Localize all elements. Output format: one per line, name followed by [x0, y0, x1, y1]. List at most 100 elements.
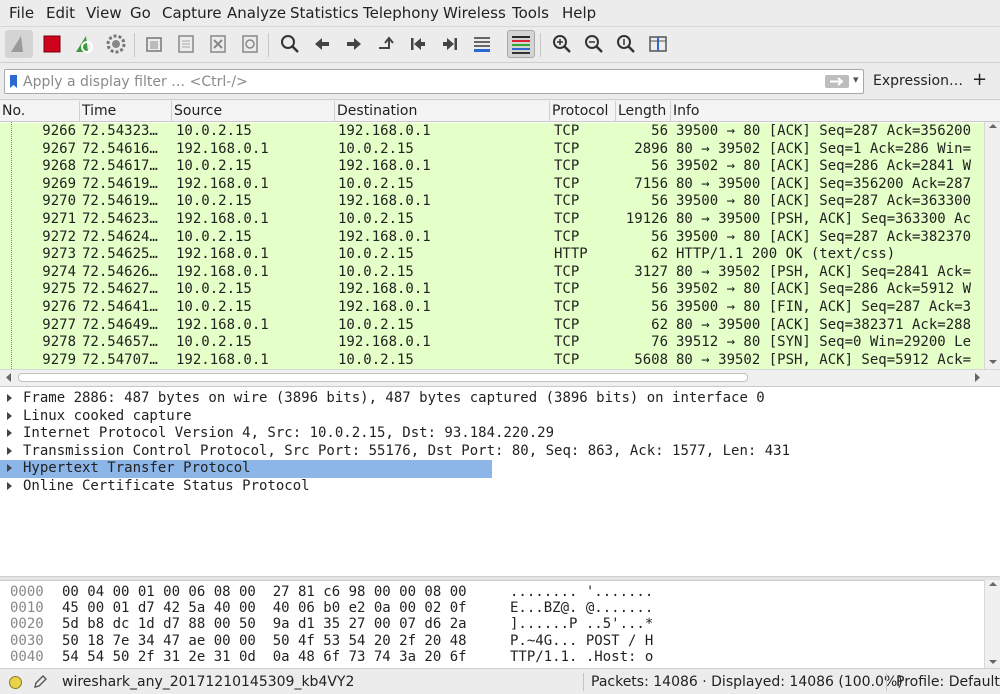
- colorize-icon: [512, 36, 530, 54]
- menu-statistics[interactable]: Statistics: [290, 4, 359, 22]
- packet-source: 10.0.2.15: [176, 193, 252, 210]
- first-packet-button[interactable]: [404, 30, 432, 58]
- hex-row[interactable]: 0020 5d b8 dc 1d d7 88 00 50 9a d1 35 27 …: [0, 616, 984, 632]
- hex-row[interactable]: 0040 54 54 50 2f 31 2e 31 0d 0a 48 6f 73 …: [0, 649, 984, 665]
- profile-selector[interactable]: Profile: Default: [896, 674, 1000, 690]
- column-destination[interactable]: Destination: [335, 101, 550, 122]
- packet-row[interactable]: 9278 72.54657… 10.0.2.15 192.168.0.1 TCP 76 39…: [0, 334, 984, 353]
- packet-length: 56: [651, 228, 668, 245]
- detail-tree-item[interactable]: Frame 2886: 487 bytes on wire (3896 bits…: [0, 390, 1000, 408]
- column-info[interactable]: Info: [671, 101, 1000, 122]
- go-back-button[interactable]: [308, 30, 336, 58]
- detail-tree-item[interactable]: Linux cooked capture: [0, 408, 1000, 426]
- detail-tree-item[interactable]: Online Certificate Status Protocol: [0, 478, 1000, 496]
- bytes-vscrollbar[interactable]: [984, 580, 1000, 668]
- column-source[interactable]: Source: [172, 101, 335, 122]
- packet-row[interactable]: 9269 72.54619… 192.168.0.1 10.0.2.15 TCP 7156…: [0, 175, 984, 194]
- packet-row[interactable]: 9271 72.54623… 192.168.0.1 10.0.2.15 TCP 1912…: [0, 211, 984, 229]
- menu-tools[interactable]: Tools: [512, 4, 549, 22]
- packet-info: 39500 → 80 [ACK] Seq=287 Ack=382370: [676, 228, 972, 245]
- colorize-button[interactable]: [507, 30, 535, 58]
- column-length[interactable]: Length: [616, 101, 671, 122]
- packet-row[interactable]: 9267 72.54616… 192.168.0.1 10.0.2.15 TCP 2896…: [0, 140, 984, 159]
- detail-tree-item[interactable]: Transmission Control Protocol, Src Port:…: [0, 443, 1000, 461]
- packet-row[interactable]: 9276 72.54641… 10.0.2.15 192.168.0.1 TCP 56 39…: [0, 299, 984, 317]
- bookmark-icon[interactable]: [9, 75, 18, 89]
- reload-file-button[interactable]: [236, 30, 264, 58]
- zoom-in-icon: [553, 35, 571, 53]
- menu-bar: File Edit View Go Capture Analyze Statis…: [0, 0, 1000, 27]
- menu-go[interactable]: Go: [130, 4, 151, 22]
- expand-arrow-icon[interactable]: [7, 446, 12, 455]
- save-file-button[interactable]: [172, 30, 200, 58]
- detail-tree-item[interactable]: Internet Protocol Version 4, Src: 10.0.2…: [0, 425, 1000, 443]
- zoom-in-button[interactable]: [548, 30, 576, 58]
- expand-arrow-icon[interactable]: [7, 429, 12, 438]
- column-protocol[interactable]: Protocol: [550, 101, 616, 122]
- packet-row[interactable]: 9273 72.54625… 192.168.0.1 10.0.2.15 HTTP 62 H…: [0, 246, 984, 265]
- packet-source: 10.0.2.15: [176, 228, 252, 245]
- column-no[interactable]: No.: [0, 101, 80, 122]
- open-file-button[interactable]: [140, 30, 168, 58]
- packet-destination: 10.0.2.15: [338, 140, 414, 157]
- stop-capture-button[interactable]: [38, 30, 66, 58]
- display-filter-input[interactable]: [23, 71, 803, 92]
- packet-row[interactable]: 9279 72.54707… 192.168.0.1 10.0.2.15 TCP 5608…: [0, 351, 984, 369]
- expert-info-status-icon[interactable]: [9, 676, 22, 689]
- packet-info: 39500 → 80 [FIN, ACK] Seq=287 Ack=3: [676, 299, 972, 315]
- auto-scroll-button[interactable]: [468, 30, 496, 58]
- packet-row[interactable]: 9272 72.54624… 10.0.2.15 192.168.0.1 TCP 56 39…: [0, 228, 984, 247]
- menu-help[interactable]: Help: [562, 4, 596, 22]
- capture-options-button[interactable]: [102, 30, 130, 58]
- packet-destination: 10.0.2.15: [338, 175, 414, 192]
- hex-row[interactable]: 0000 00 04 00 01 00 06 08 00 27 81 c6 98 …: [0, 584, 984, 600]
- menu-file[interactable]: File: [9, 4, 34, 22]
- normal-size-button[interactable]: [612, 30, 640, 58]
- capture-comment-icon[interactable]: [32, 674, 48, 690]
- packet-length: 56: [651, 299, 668, 315]
- packet-destination: 192.168.0.1: [338, 281, 431, 298]
- add-filter-button-icon[interactable]: +: [972, 69, 987, 90]
- last-packet-icon: [443, 38, 457, 50]
- column-time[interactable]: Time: [80, 101, 172, 122]
- menu-telephony[interactable]: Telephony: [363, 4, 439, 22]
- expand-arrow-icon[interactable]: [7, 464, 12, 473]
- packet-list-vscrollbar[interactable]: [984, 122, 1000, 369]
- menu-wireless[interactable]: Wireless: [443, 4, 506, 22]
- expand-arrow-icon[interactable]: [7, 394, 12, 402]
- filter-history-dropdown[interactable]: ▾: [853, 73, 859, 86]
- expand-arrow-icon[interactable]: [7, 411, 12, 420]
- zoom-out-button[interactable]: [580, 30, 608, 58]
- menu-capture[interactable]: Capture: [162, 4, 222, 22]
- packet-row[interactable]: 9270 72.54619… 10.0.2.15 192.168.0.1 TCP 56 39…: [0, 193, 984, 212]
- close-file-button[interactable]: [204, 30, 232, 58]
- packet-row[interactable]: 9274 72.54626… 192.168.0.1 10.0.2.15 TCP 3127…: [0, 263, 984, 282]
- go-forward-button[interactable]: [340, 30, 368, 58]
- packet-length: 56: [651, 123, 668, 139]
- packet-list-hscrollbar[interactable]: [0, 369, 1000, 384]
- hex-row[interactable]: 0010 45 00 01 d7 42 5a 40 00 40 06 b0 e2 …: [0, 600, 984, 616]
- hex-row[interactable]: 0030 50 18 7e 34 47 ae 00 00 50 4f 53 54 …: [0, 633, 984, 649]
- packet-length: 2896: [634, 140, 668, 157]
- start-capture-button[interactable]: [5, 30, 33, 58]
- arrow-left-icon: [315, 38, 329, 50]
- restart-capture-button[interactable]: [70, 30, 98, 58]
- packet-row[interactable]: 9275 72.54627… 10.0.2.15 192.168.0.1 TCP 56 39…: [0, 281, 984, 300]
- expression-button[interactable]: Expression…: [873, 73, 963, 89]
- expand-arrow-icon[interactable]: [7, 482, 12, 490]
- scroll-left-icon: [6, 373, 11, 382]
- packet-destination: 10.0.2.15: [338, 316, 414, 333]
- last-packet-button[interactable]: [436, 30, 464, 58]
- menu-view[interactable]: View: [86, 4, 122, 22]
- packet-row[interactable]: 9277 72.54649… 192.168.0.1 10.0.2.15 TCP 62 80…: [0, 316, 984, 335]
- menu-edit[interactable]: Edit: [46, 4, 75, 22]
- packet-row[interactable]: 9266 72.54323… 10.0.2.15 192.168.0.1 TCP 56 39…: [0, 123, 984, 141]
- packet-row[interactable]: 9268 72.54617… 10.0.2.15 192.168.0.1 TCP 56 39…: [0, 158, 984, 177]
- detail-tree-item[interactable]: Hypertext Transfer Protocol: [0, 460, 492, 479]
- find-packet-button[interactable]: [276, 30, 304, 58]
- hscroll-thumb[interactable]: [18, 373, 748, 382]
- menu-analyze[interactable]: Analyze: [227, 4, 286, 22]
- resize-columns-button[interactable]: [644, 30, 672, 58]
- apply-filter-button[interactable]: [825, 75, 849, 88]
- go-to-packet-button[interactable]: [372, 30, 400, 58]
